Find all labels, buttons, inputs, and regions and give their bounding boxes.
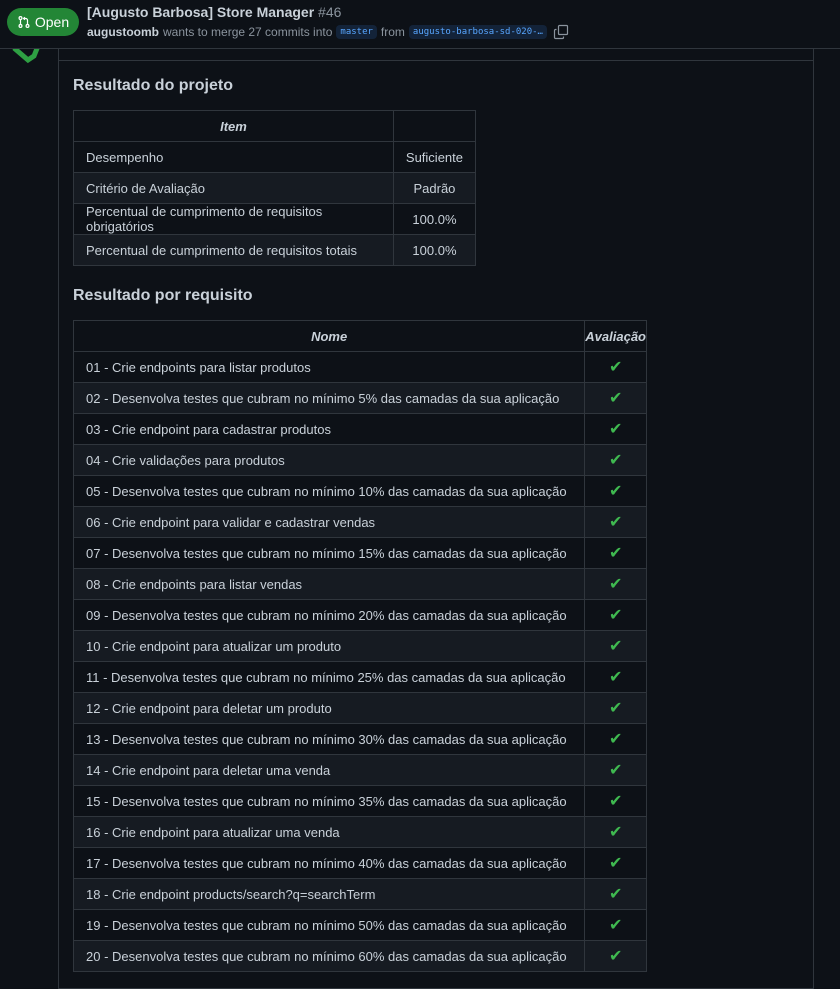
requirement-name: 17 - Desenvolva testes que cubram no mín… [72, 847, 586, 879]
check-mark-icon: ✔ [584, 909, 647, 941]
requirements-heading: Resultado por requisito [73, 287, 253, 304]
requirement-name: 19 - Desenvolva testes que cubram no mín… [72, 909, 586, 941]
column-header-name: Nome [72, 320, 586, 352]
pr-title-text: [Augusto Barbosa] Store Manager [87, 4, 315, 20]
requirements-table: Nome Avaliação 01 - Crie endpoints para … [72, 320, 647, 972]
requirement-name: 04 - Crie validações para produtos [72, 444, 586, 476]
check-mark-icon: ✔ [584, 661, 647, 693]
pr-number: #46 [318, 4, 342, 20]
table-cell-value: 100.0% [392, 203, 477, 235]
requirement-name: 01 - Crie endpoints para listar produtos [72, 351, 586, 383]
git-pull-request-icon [17, 15, 31, 29]
requirement-name: 03 - Crie endpoint para cadastrar produt… [72, 413, 586, 445]
check-mark-icon: ✔ [584, 382, 647, 414]
comment-header [59, 48, 813, 61]
table-row: 01 - Crie endpoints para listar produtos… [72, 351, 647, 383]
requirement-name: 12 - Crie endpoint para deletar um produ… [72, 692, 586, 724]
copy-icon[interactable] [553, 24, 569, 40]
requirement-name: 02 - Desenvolva testes que cubram no mín… [72, 382, 586, 414]
table-cell-value: Padrão [392, 172, 477, 204]
base-branch[interactable]: master [336, 25, 377, 39]
check-mark-icon: ✔ [584, 723, 647, 755]
table-row: 09 - Desenvolva testes que cubram no mín… [72, 599, 647, 631]
table-row: Desempenho Suficiente [73, 141, 477, 173]
table-row: Percentual de cumprimento de requisitos … [73, 234, 477, 266]
table-row: 05 - Desenvolva testes que cubram no mín… [72, 475, 647, 507]
requirement-name: 06 - Crie endpoint para validar e cadast… [72, 506, 586, 538]
check-mark-icon: ✔ [584, 413, 647, 445]
table-row: 02 - Desenvolva testes que cubram no mín… [72, 382, 647, 414]
table-row: 17 - Desenvolva testes que cubram no mín… [72, 847, 647, 879]
table-header-row: Nome Avaliação [72, 320, 647, 352]
table-row: 18 - Crie endpoint products/search?q=sea… [72, 878, 647, 910]
project-result-table: Item Desempenho Suficiente Critério de Ava… [73, 110, 477, 266]
table-row: 13 - Desenvolva testes que cubram no mín… [72, 723, 647, 755]
table-cell-item: Percentual de cumprimento de requisitos … [73, 234, 394, 266]
pr-sticky-header: Open [Augusto Barbosa] Store Manager #46… [0, 0, 840, 49]
table-row: 04 - Crie validações para produtos ✔ [72, 444, 647, 476]
requirement-name: 05 - Desenvolva testes que cubram no mín… [72, 475, 586, 507]
table-row: 11 - Desenvolva testes que cubram no mín… [72, 661, 647, 693]
table-cell-value: 100.0% [392, 234, 477, 266]
check-mark-icon: ✔ [584, 351, 647, 383]
check-mark-icon: ✔ [584, 630, 647, 662]
check-mark-icon: ✔ [584, 599, 647, 631]
requirement-name: 11 - Desenvolva testes que cubram no mín… [72, 661, 586, 693]
column-header-evaluation: Avaliação [584, 320, 647, 352]
table-row: 12 - Crie endpoint para deletar um produ… [72, 692, 647, 724]
pr-state-label: Open [34, 14, 70, 30]
comment-box: Resultado do projeto Item Desempenho Sufi… [58, 48, 814, 989]
requirement-name: 20 - Desenvolva testes que cubram no mín… [72, 940, 586, 972]
requirement-name: 07 - Desenvolva testes que cubram no mín… [72, 537, 586, 569]
merge-text: wants to merge 27 commits into [163, 25, 333, 39]
table-cell-item: Critério de Avaliação [73, 172, 394, 204]
table-row: 20 - Desenvolva testes que cubram no mín… [72, 940, 647, 972]
check-mark-icon: ✔ [584, 785, 647, 817]
requirement-name: 10 - Crie endpoint para atualizar um pro… [72, 630, 586, 662]
table-row: 16 - Crie endpoint para atualizar uma ve… [72, 816, 647, 848]
column-header-item: Item [73, 110, 394, 142]
check-mark-icon: ✔ [584, 847, 647, 879]
head-branch[interactable]: augusto-barbosa-sd-020-… [408, 25, 547, 39]
table-row: 10 - Crie endpoint para atualizar um pro… [72, 630, 647, 662]
requirement-name: 13 - Desenvolva testes que cubram no mín… [72, 723, 586, 755]
requirement-name: 08 - Crie endpoints para listar vendas [72, 568, 586, 600]
table-row: Critério de Avaliação Padrão [73, 172, 477, 204]
table-cell-item: Percentual de cumprimento de requisitos … [73, 203, 394, 235]
table-row: 08 - Crie endpoints para listar vendas ✔ [72, 568, 647, 600]
check-mark-icon: ✔ [584, 816, 647, 848]
project-result-heading: Resultado do projeto [73, 77, 233, 94]
pr-state-badge: Open [7, 8, 79, 36]
table-cell-item: Desempenho [73, 141, 394, 173]
pr-title: [Augusto Barbosa] Store Manager #46 [87, 4, 341, 20]
check-mark-icon: ✔ [584, 878, 647, 910]
table-row: 14 - Crie endpoint para deletar uma vend… [72, 754, 647, 786]
table-row: Percentual de cumprimento de requisitos … [73, 203, 477, 235]
requirement-name: 15 - Desenvolva testes que cubram no mín… [72, 785, 586, 817]
from-text: from [380, 25, 405, 39]
table-row: 19 - Desenvolva testes que cubram no mín… [72, 909, 647, 941]
table-header-row: Item [73, 110, 477, 142]
check-mark-icon: ✔ [584, 568, 647, 600]
table-row: 15 - Desenvolva testes que cubram no mín… [72, 785, 647, 817]
check-mark-icon: ✔ [584, 940, 647, 972]
check-mark-icon: ✔ [584, 444, 647, 476]
table-cell-value: Suficiente [392, 141, 477, 173]
table-row: 07 - Desenvolva testes que cubram no mín… [72, 537, 647, 569]
requirement-name: 18 - Crie endpoint products/search?q=sea… [72, 878, 586, 910]
check-mark-icon: ✔ [584, 754, 647, 786]
pr-meta: augustoomb wants to merge 27 commits int… [87, 24, 569, 40]
requirement-name: 16 - Crie endpoint para atualizar uma ve… [72, 816, 586, 848]
column-header-value [392, 110, 477, 142]
check-mark-icon: ✔ [584, 692, 647, 724]
pr-author-link[interactable]: augustoomb [87, 25, 159, 39]
requirement-name: 09 - Desenvolva testes que cubram no mín… [72, 599, 586, 631]
check-mark-icon: ✔ [584, 537, 647, 569]
check-mark-icon: ✔ [584, 506, 647, 538]
check-mark-icon: ✔ [584, 475, 647, 507]
requirement-name: 14 - Crie endpoint para deletar uma vend… [72, 754, 586, 786]
table-row: 03 - Crie endpoint para cadastrar produt… [72, 413, 647, 445]
table-row: 06 - Crie endpoint para validar e cadast… [72, 506, 647, 538]
